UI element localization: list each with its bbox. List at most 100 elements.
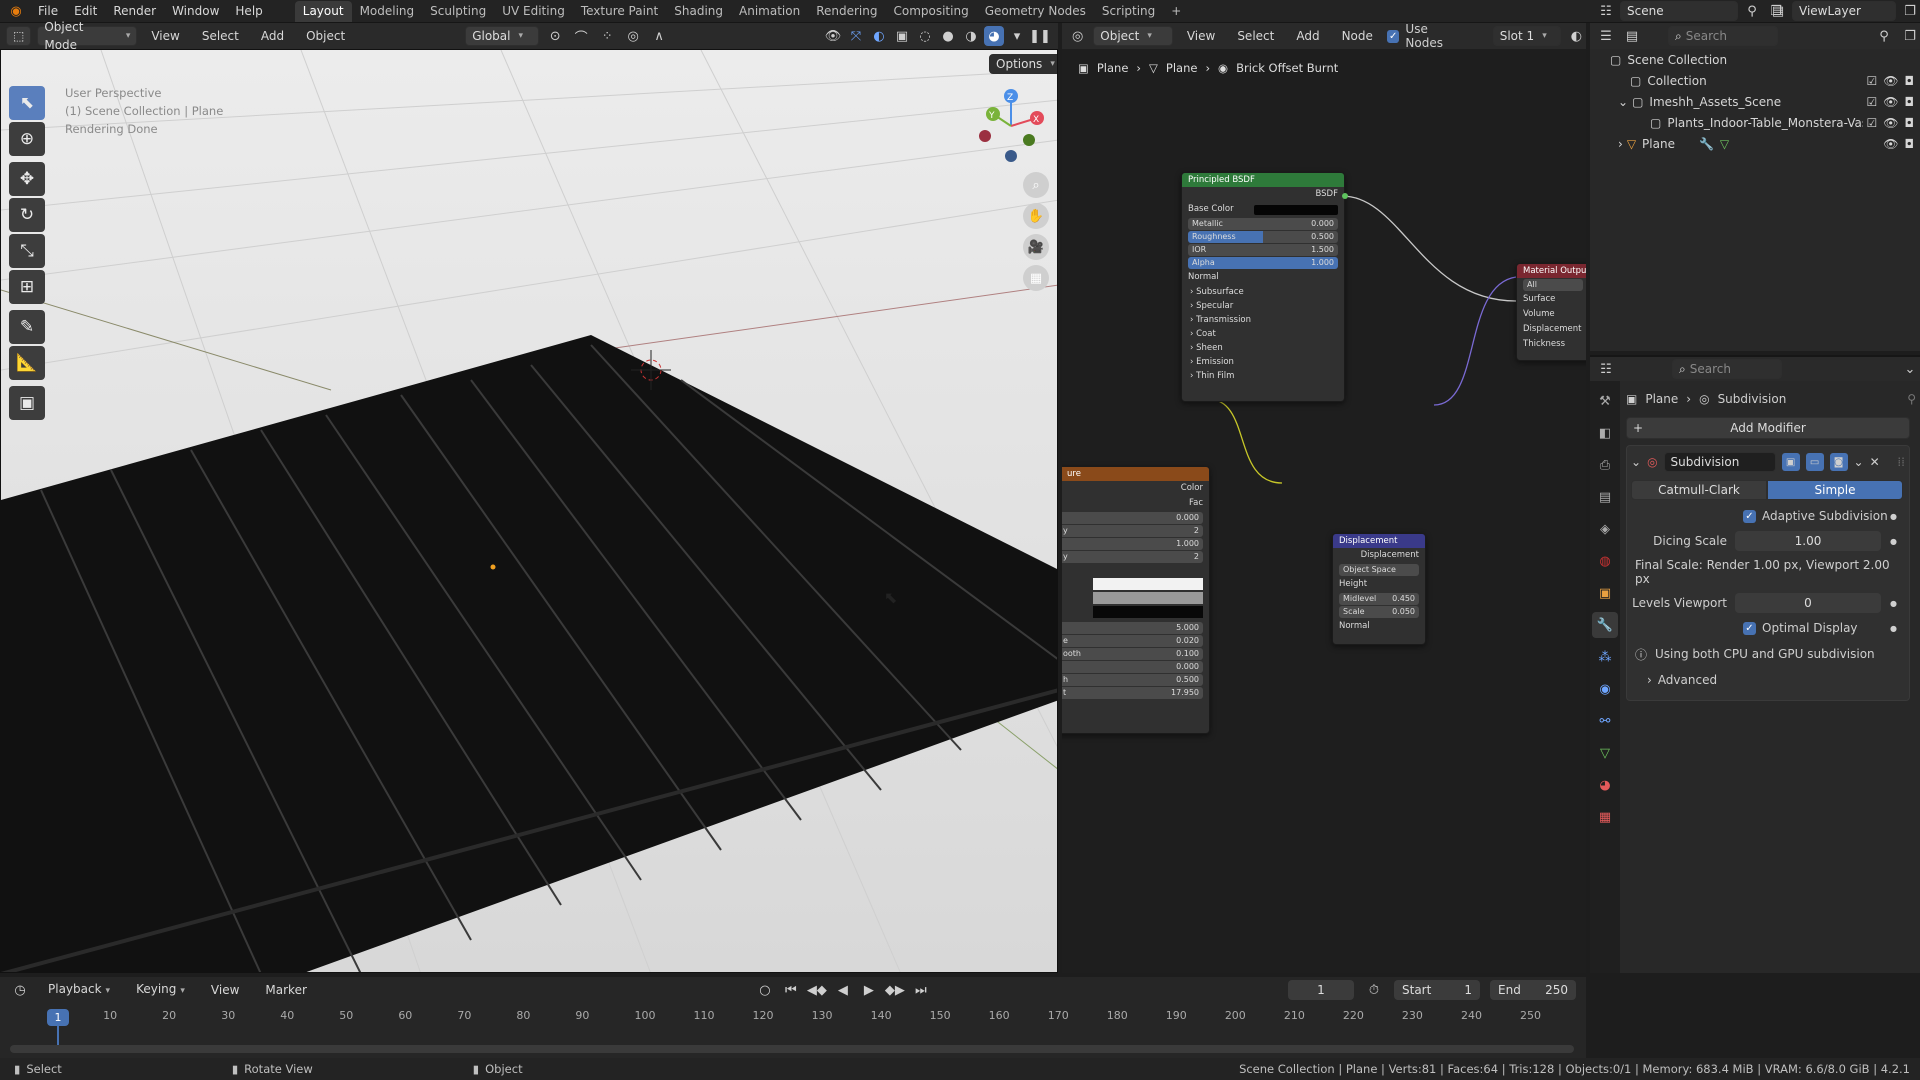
eye-icon[interactable]: 👁 <box>1883 137 1898 151</box>
node-menu-select[interactable]: Select <box>1229 23 1282 49</box>
principled-bsdf-node[interactable]: Principled BSDF BSDF Base Color Metallic… <box>1181 172 1348 402</box>
view-layer-tab-icon[interactable]: ▤ <box>1592 484 1618 510</box>
move-tool[interactable]: ✥ <box>9 162 45 196</box>
viewport-menu-object[interactable]: Object <box>298 23 353 49</box>
chevron-down-icon[interactable]: ⌄ <box>1618 95 1628 109</box>
brick-field[interactable]: e 0.020 <box>1062 635 1203 647</box>
brick-field[interactable]: ooth 0.100 <box>1062 648 1203 660</box>
advanced-subpanel[interactable]: › Advanced <box>1631 670 1905 690</box>
panel-transmission[interactable]: › Transmission <box>1190 313 1344 327</box>
brick-field[interactable]: 5.000 <box>1062 622 1203 634</box>
panel-emission[interactable]: › Emission <box>1190 355 1344 369</box>
base-color-swatch[interactable] <box>1254 204 1338 215</box>
viewport-menu-view[interactable]: View <box>143 23 187 49</box>
transform-orientation-select[interactable]: Global <box>465 26 540 46</box>
add-modifier-button[interactable]: + Add Modifier <box>1626 417 1910 439</box>
new-view-layer-icon[interactable]: ❐ <box>1900 1 1920 21</box>
menu-help[interactable]: Help <box>227 0 270 23</box>
base-color-row[interactable]: Base Color <box>1182 202 1344 217</box>
properties-editor-icon[interactable]: ☷ <box>1596 359 1616 379</box>
annotate-tool[interactable]: ✎ <box>9 310 45 344</box>
proportional-edit-icon[interactable]: ◎ <box>623 26 643 46</box>
tab-modeling[interactable]: Modeling <box>352 1 423 22</box>
eye-icon[interactable]: 👁 <box>1883 95 1898 109</box>
color1-swatch[interactable] <box>1093 578 1203 590</box>
properties-search[interactable]: ⌕ Search <box>1672 359 1782 379</box>
stopwatch-icon[interactable]: ⏱ <box>1364 980 1384 1000</box>
jump-start-icon[interactable]: ⏮ <box>781 980 801 1000</box>
cursor-tool[interactable]: ⊕ <box>9 122 45 156</box>
keyframe-dot-icon[interactable]: ● <box>1890 537 1897 546</box>
rotate-tool[interactable]: ↻ <box>9 198 45 232</box>
drag-handle-icon[interactable]: ⁞⁞ <box>1897 455 1905 469</box>
material-tab-icon[interactable]: ◕ <box>1592 772 1618 798</box>
view-layer-field[interactable]: ViewLayer <box>1792 1 1896 21</box>
rendered-shading-icon[interactable]: ◕ <box>984 26 1004 46</box>
new-collection-icon[interactable]: ❐ <box>1900 26 1920 46</box>
pin-icon[interactable]: ⚲ <box>1907 392 1916 406</box>
record-icon[interactable]: ○ <box>755 980 775 1000</box>
texture-tab-icon[interactable]: ▦ <box>1592 804 1618 830</box>
keyframe-dot-icon[interactable]: ● <box>1890 599 1897 608</box>
play-reverse-icon[interactable]: ◀ <box>833 980 853 1000</box>
node-header[interactable]: Principled BSDF <box>1182 173 1344 187</box>
metallic-field[interactable]: Metallic 0.000 <box>1188 218 1338 230</box>
color2-swatch[interactable] <box>1093 592 1203 604</box>
camera-icon[interactable]: ◘ <box>1905 95 1915 109</box>
keyframe-dot-icon[interactable]: ● <box>1890 624 1897 633</box>
panel-specular[interactable]: › Specular <box>1190 299 1344 313</box>
output-socket[interactable] <box>1342 193 1348 199</box>
brick-field[interactable]: t 17.950 <box>1062 687 1203 699</box>
play-icon[interactable]: ▶ <box>859 980 879 1000</box>
menu-window[interactable]: Window <box>164 0 227 23</box>
node-header[interactable]: Displacement <box>1333 534 1425 548</box>
timeline-scrollbar[interactable] <box>10 1045 1574 1053</box>
solid-shading-icon[interactable]: ● <box>938 26 958 46</box>
tab-sculpting[interactable]: Sculpting <box>422 1 494 22</box>
render-tab-icon[interactable]: ◧ <box>1592 420 1618 446</box>
material-output-node[interactable]: Material Outpu All Surface Volume Displa… <box>1516 263 1586 361</box>
blender-logo-icon[interactable]: ◉ <box>6 1 26 21</box>
collapse-chevron-icon[interactable]: ⌄ <box>1631 455 1641 469</box>
viewport-menu-select[interactable]: Select <box>194 23 247 49</box>
physics-tab-icon[interactable]: ◉ <box>1592 676 1618 702</box>
mode-select[interactable]: Object Mode <box>37 20 138 52</box>
midlevel-field[interactable]: Midlevel 0.450 <box>1339 593 1419 605</box>
pin-icon[interactable]: ⚲ <box>1742 1 1762 21</box>
tab-catmull-clark[interactable]: Catmull-Clark <box>1631 480 1767 500</box>
optimal-display-toggle[interactable]: ✓ Optimal Display ● <box>1631 618 1905 638</box>
editor-type-button[interactable]: ⬚ <box>6 26 32 46</box>
options-button[interactable]: Options <box>989 54 1057 74</box>
scale-tool[interactable]: ⤡ <box>9 234 45 268</box>
brick-field[interactable]: 0.000 <box>1062 512 1203 524</box>
displacement-node[interactable]: Displacement Displacement Object Space H… <box>1332 533 1426 645</box>
checkbox-icon[interactable]: ☑ <box>1867 74 1878 88</box>
brick-field[interactable]: 1.000 <box>1062 538 1203 550</box>
outliner-row-collection[interactable]: ▢ Collection ☑ 👁 ◘ <box>1590 70 1920 91</box>
next-keyframe-icon[interactable]: ◆▶ <box>885 980 905 1000</box>
playback-menu[interactable]: Playback <box>40 978 118 1003</box>
prev-keyframe-icon[interactable]: ◀◆ <box>807 980 827 1000</box>
constraints-tab-icon[interactable]: ⚯ <box>1592 708 1618 734</box>
brick-field[interactable]: h 0.500 <box>1062 674 1203 686</box>
space-select[interactable]: Object Space <box>1339 564 1419 576</box>
camera-icon[interactable]: ◘ <box>1905 74 1915 88</box>
shading-options-icon[interactable]: ▾ <box>1007 26 1027 46</box>
outliner-icon[interactable]: ☰ <box>1596 26 1616 46</box>
grid-icon[interactable]: ▦ <box>1023 265 1049 291</box>
wireframe-shading-icon[interactable]: ◌ <box>915 26 935 46</box>
checkbox-icon[interactable]: ☑ <box>1867 95 1878 109</box>
falloff-icon[interactable]: ∧ <box>649 26 669 46</box>
tab-rendering[interactable]: Rendering <box>808 1 885 22</box>
material-slot-select[interactable]: Slot 1 <box>1492 26 1561 46</box>
modifier-name-field[interactable]: Subdivision <box>1663 452 1776 472</box>
tool-tab-icon[interactable]: ⚒ <box>1592 388 1618 414</box>
camera-icon[interactable]: ◘ <box>1905 137 1915 151</box>
tab-texture-paint[interactable]: Texture Paint <box>573 1 666 22</box>
tab-compositing[interactable]: Compositing <box>885 1 976 22</box>
outliner-search[interactable]: ⌕ Search <box>1668 26 1778 46</box>
mesh-data-icon[interactable]: ▽ <box>1720 137 1729 151</box>
alpha-field[interactable]: Alpha 1.000 <box>1188 257 1338 269</box>
tab-simple[interactable]: Simple <box>1767 480 1903 500</box>
node-menu-add[interactable]: Add <box>1288 23 1327 49</box>
